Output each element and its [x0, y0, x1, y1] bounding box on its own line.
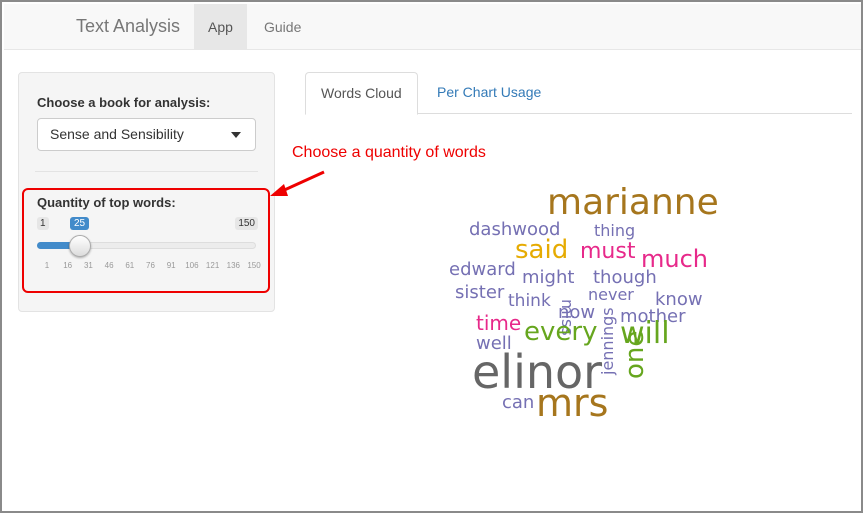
- word-cloud-word: every: [524, 317, 598, 347]
- word-cloud-word: marianne: [547, 182, 719, 223]
- nav-item-guide[interactable]: Guide: [250, 4, 315, 50]
- word-cloud-word: time: [476, 311, 522, 335]
- book-select[interactable]: Sense and Sensibility: [37, 118, 256, 151]
- navbar: Text Analysis App Guide: [4, 4, 861, 50]
- book-select-label: Choose a book for analysis:: [37, 95, 211, 110]
- word-cloud-word: mrs: [536, 381, 609, 425]
- word-cloud-word: must: [580, 239, 636, 264]
- tab-bar: Words Cloud Per Chart Usage: [305, 72, 852, 115]
- word-cloud-word: one: [620, 330, 650, 379]
- word-cloud-word: jennings: [598, 307, 617, 375]
- app-window: Text Analysis App Guide Choose a book fo…: [0, 0, 863, 513]
- annotation-arrow-icon: [270, 170, 325, 196]
- caret-down-icon: [231, 132, 241, 138]
- divider: [35, 171, 258, 172]
- book-select-value: Sense and Sensibility: [50, 126, 184, 142]
- annotation-highlight-box: [22, 188, 270, 293]
- word-cloud-word: sister: [455, 282, 505, 303]
- tab-words-cloud[interactable]: Words Cloud: [305, 72, 418, 115]
- word-cloud-word: might: [522, 267, 575, 288]
- word-cloud-word: think: [508, 291, 551, 311]
- word-cloud-word: edward: [449, 259, 516, 280]
- annotation-text: Choose a quantity of words: [292, 144, 486, 161]
- nav-item-app[interactable]: App: [194, 4, 247, 50]
- word-cloud-word: never: [588, 285, 634, 304]
- tab-per-chart-usage[interactable]: Per Chart Usage: [422, 72, 556, 114]
- word-cloud-word: said: [515, 235, 569, 265]
- word-cloud-word: can: [502, 392, 535, 413]
- word-cloud-word: thing: [594, 221, 636, 240]
- word-cloud: marianne dashwood thing said must much edward m…: [442, 177, 722, 437]
- brand-title: Text Analysis: [76, 16, 181, 36]
